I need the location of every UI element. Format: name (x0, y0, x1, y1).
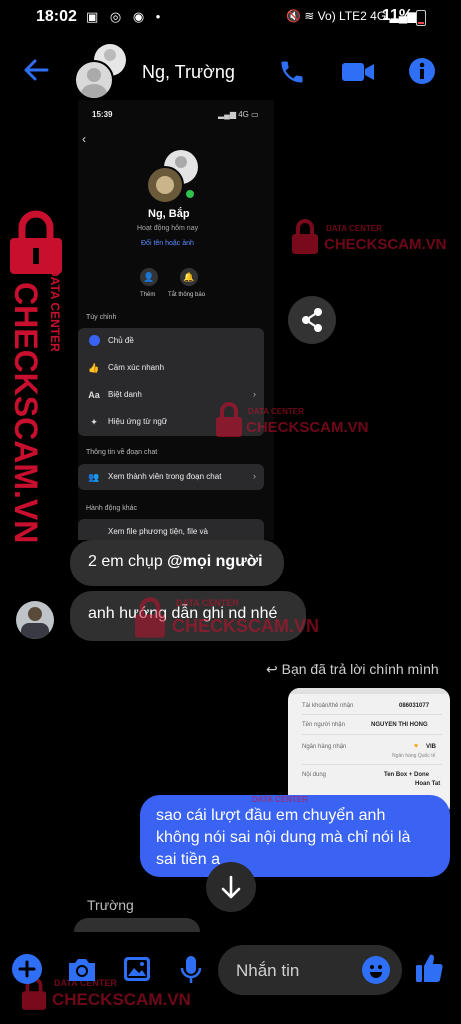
arrow-down-icon (221, 875, 241, 899)
bank-logo-icon: ♥ (414, 743, 419, 750)
menu-item-theme[interactable]: Chủ đề (78, 328, 264, 354)
nickname-icon: Aa (88, 390, 100, 400)
padlock-icon (292, 219, 318, 254)
section-info: Thông tin về đoạn chat (86, 449, 158, 456)
share-icon (302, 308, 322, 332)
phone-call-icon[interactable] (278, 58, 306, 86)
group-avatar[interactable] (74, 44, 130, 100)
sender-avatar[interactable] (16, 601, 54, 639)
embedded-screenshot[interactable]: 15:39 ▂▄▆ 4G ▭ ‹ Ng, Bắp Hoạt động hôm n… (78, 100, 274, 540)
online-dot (184, 188, 196, 200)
add-label: Thêm (140, 292, 156, 298)
embedded-status: Hoạt động hôm nay (137, 225, 199, 232)
plus-button[interactable] (12, 954, 42, 984)
back-arrow-icon[interactable] (22, 56, 50, 84)
menu-item-quick-reaction[interactable]: 👍 Cảm xúc nhanh (78, 355, 264, 381)
theme-icon (88, 335, 100, 347)
profile-photo (146, 166, 184, 204)
status-time: 18:02 (36, 8, 77, 25)
message-input-placeholder: Nhắn tin (236, 961, 300, 980)
smiley-icon (370, 965, 382, 978)
chevron-right-icon: › (253, 389, 256, 399)
watermark: DATA CENTER CHECKSCAM.VN (290, 218, 460, 258)
like-icon: 👍 (88, 363, 100, 373)
group-icon: 👥 (88, 472, 100, 482)
watermark-vertical: CHECKSCAM.VN DATA CENTER (2, 210, 72, 543)
battery-percent: 11% (382, 7, 414, 24)
gallery-icon[interactable] (122, 955, 152, 983)
contact-name[interactable]: Ng, Trường (142, 62, 235, 83)
microphone-icon[interactable] (178, 954, 204, 986)
effects-icon: ✦ (90, 417, 98, 427)
embedded-profile-name: Ng, Bắp (148, 208, 190, 220)
members-menu: 👥 Xem thành viên trong đoạn chat › (78, 464, 264, 490)
sender-name: Trường (87, 897, 134, 913)
add-person-icon[interactable]: 👤 (140, 268, 158, 286)
embedded-signal: ▂▄▆ 4G ▭ (218, 110, 259, 119)
scroll-to-bottom-button[interactable] (206, 862, 256, 912)
section-customize: Tùy chỉnh (86, 314, 117, 321)
mention: @mọi người (167, 553, 263, 570)
rename-link[interactable]: Đổi tên hoặc ảnh (141, 240, 194, 247)
menu-item-media[interactable]: Xem file phương tiện, file và (78, 519, 264, 540)
padlock-icon (10, 210, 62, 274)
camera-icon[interactable] (66, 955, 98, 983)
status-bar: 18:02 ▣ ◎ ◉ • 🔇 ≋ Vo) LTE2 4G ▂▄▆ 11% (0, 0, 461, 34)
section-other: Hành động khác (86, 505, 137, 512)
emoji-button[interactable] (362, 956, 390, 984)
share-button[interactable] (288, 296, 336, 344)
thumbs-up-icon[interactable] (414, 952, 444, 984)
mute-label: Tắt thông báo (168, 292, 206, 298)
watermark: DATA CENTER CHECKSCAM.VN (214, 401, 384, 441)
reply-icon: ↩ (266, 661, 278, 677)
embedded-time: 15:39 (92, 110, 113, 119)
other-menu: Xem file phương tiện, file và (78, 519, 264, 540)
video-call-icon[interactable] (340, 60, 376, 84)
plus-icon (18, 960, 36, 978)
bell-icon[interactable]: 🔔 (180, 268, 198, 286)
incoming-message-partial[interactable] (74, 918, 200, 932)
watermark: DATA CENTER CHECKSCAM.VN (132, 596, 352, 640)
reply-note: ↩ Bạn đã trả lời chính mình (266, 661, 439, 677)
watermark: DATA CENTER (252, 795, 308, 804)
embedded-back-icon: ‹ (82, 132, 86, 146)
menu-item-members[interactable]: 👥 Xem thành viên trong đoạn chat › (78, 464, 264, 490)
incoming-message[interactable]: 2 em chụp @mọi người (70, 540, 284, 586)
battery-icon (416, 10, 426, 26)
padlock-icon (134, 597, 166, 638)
notification-icons: ▣ ◎ ◉ • (86, 9, 165, 24)
chevron-right-icon: › (253, 471, 256, 481)
avatar (74, 60, 114, 100)
info-icon[interactable] (408, 57, 436, 85)
padlock-icon (216, 402, 242, 437)
